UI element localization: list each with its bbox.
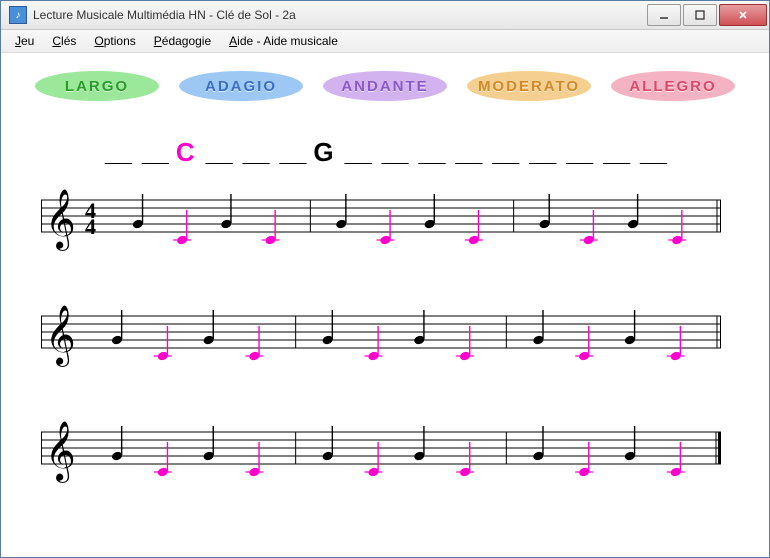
answer-row: ____C______G__________________ — [5, 109, 765, 186]
close-button[interactable] — [719, 4, 767, 26]
answer-slot: __ — [449, 137, 486, 168]
menu-options[interactable]: Options — [86, 32, 143, 50]
answer-slot: __ — [597, 137, 634, 168]
answer-slot: G — [310, 137, 338, 168]
tempo-moderato[interactable]: MODERATO — [467, 71, 591, 101]
tempo-andante[interactable]: ANDANTE — [323, 71, 447, 101]
tempo-allegro[interactable]: ALLEGRO — [611, 71, 735, 101]
answer-slot: __ — [99, 137, 136, 168]
timesig-denominator: 4 — [85, 214, 96, 239]
answer-slot: __ — [200, 137, 237, 168]
content-area: LARGOADAGIOANDANTEMODERATOALLEGRO ____C_… — [5, 57, 765, 553]
answer-slot: __ — [136, 137, 173, 168]
treble-clef-icon: 𝄞 — [45, 305, 76, 367]
treble-clef-icon: 𝄞 — [45, 421, 76, 483]
answer-slot: __ — [634, 137, 671, 168]
menu-bar: JeuClésOptionsPédagogieAide - Aide music… — [1, 30, 769, 53]
answer-slot: __ — [523, 137, 560, 168]
score-area: 𝄞44𝄞𝄞 — [5, 186, 765, 506]
menu-aide-aide-musicale[interactable]: Aide - Aide musicale — [221, 32, 346, 50]
staff: 𝄞 — [41, 302, 729, 390]
tempo-row: LARGO ADAGIO ANDANTE MODERATO ALLEGRO — [5, 57, 765, 109]
minimize-button[interactable] — [647, 4, 681, 26]
answer-slot: __ — [237, 137, 274, 168]
answer-slot: __ — [560, 137, 597, 168]
treble-clef-icon: 𝄞 — [45, 189, 76, 251]
maximize-button[interactable] — [683, 4, 717, 26]
staff: 𝄞44 — [41, 186, 729, 274]
answer-slot: __ — [339, 137, 376, 168]
answer-slot: __ — [376, 137, 413, 168]
menu-p-dagogie[interactable]: Pédagogie — [146, 32, 219, 50]
app-icon: ♪ — [9, 6, 27, 24]
answer-slot: __ — [486, 137, 523, 168]
answer-slot: C — [173, 137, 200, 168]
menu-cl-s[interactable]: Clés — [44, 32, 84, 50]
tempo-largo[interactable]: LARGO — [35, 71, 159, 101]
answer-slot: __ — [413, 137, 450, 168]
title-bar[interactable]: ♪ Lecture Musicale Multimédia HN - Clé d… — [1, 1, 769, 30]
staff: 𝄞 — [41, 418, 729, 506]
answer-slot: __ — [274, 137, 311, 168]
menu-jeu[interactable]: Jeu — [7, 32, 42, 50]
window-title: Lecture Musicale Multimédia HN - Clé de … — [33, 8, 645, 22]
app-window: ♪ Lecture Musicale Multimédia HN - Clé d… — [0, 0, 770, 558]
tempo-adagio[interactable]: ADAGIO — [179, 71, 303, 101]
